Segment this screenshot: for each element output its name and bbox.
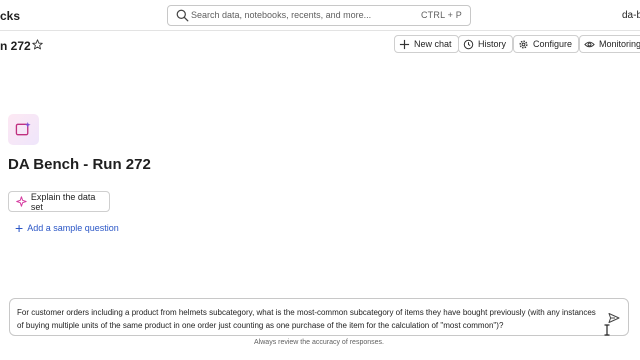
add-sample-question-link[interactable]: + Add a sample question [15,221,119,235]
copilot-icon [15,121,31,136]
add-sample-label: Add a sample question [27,223,119,233]
search-placeholder[interactable]: Search data, notebooks, recents, and mor… [191,10,371,20]
copilot-logo [8,114,39,145]
send-icon[interactable] [608,312,620,324]
new-chat-button[interactable]: New chat [394,35,459,53]
search-box[interactable]: Search data, notebooks, recents, and mor… [167,5,471,26]
monitoring-button[interactable]: Monitoring [579,35,640,53]
text-cursor-icon [604,324,610,336]
workspace-name[interactable]: da-b [622,10,640,21]
search-icon [176,9,189,22]
main-title: DA Bench - Run 272 [8,156,151,173]
explain-data-label: Explain the data set [30,191,96,212]
new-chat-label: New chat [414,39,452,49]
disclaimer-text: Always review the accuracy of responses. [254,339,384,346]
chat-input[interactable]: For customer orders including a product … [9,298,629,336]
top-bar: cks Search data, notebooks, recents, and… [0,0,640,31]
explain-data-button[interactable]: Explain the data set [8,191,110,212]
eye-icon [584,41,595,47]
gear-icon [519,39,528,49]
configure-label: Configure [533,39,573,49]
history-button[interactable]: History [458,35,514,53]
page-title: n 272 [0,39,31,53]
chat-input-text[interactable]: For customer orders including a product … [17,306,602,332]
monitoring-label: Monitoring [599,39,640,49]
history-label: History [478,39,507,49]
configure-button[interactable]: Configure [513,35,580,53]
plus-icon [399,39,410,49]
plus-icon: + [15,220,24,236]
app-title[interactable]: cks [0,9,20,23]
sparkle-icon [16,196,27,207]
star-icon[interactable] [32,39,43,50]
search-shortcut: CTRL + P [420,10,462,20]
history-icon [463,39,474,49]
